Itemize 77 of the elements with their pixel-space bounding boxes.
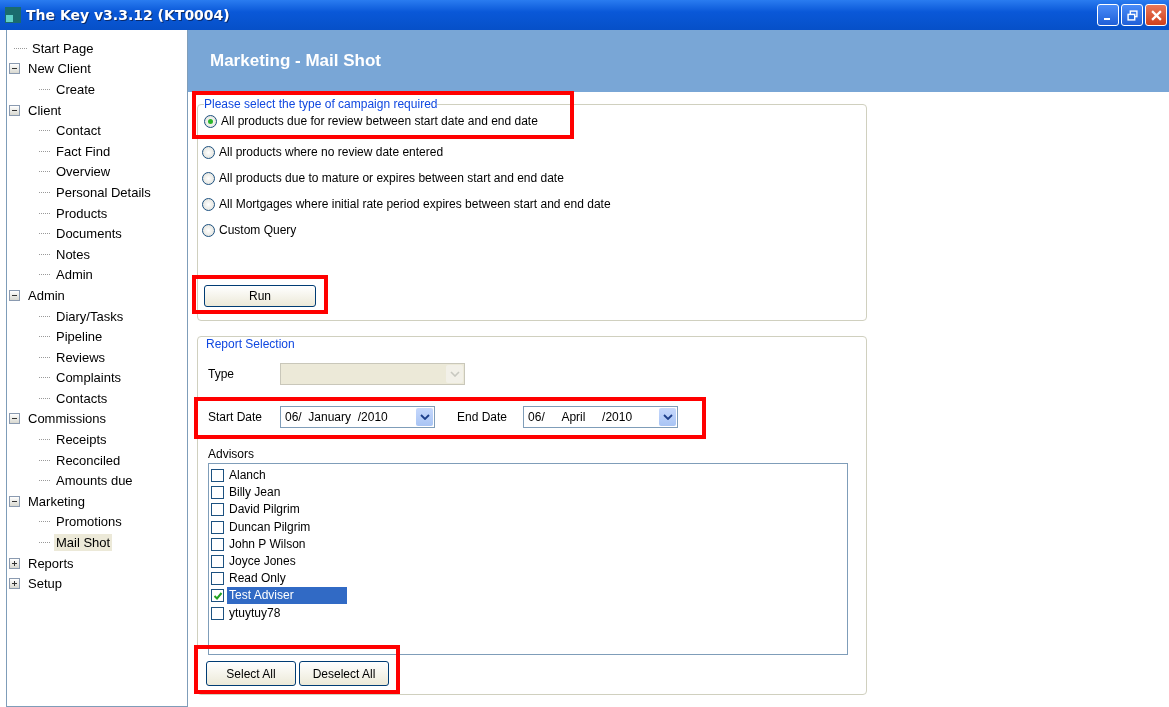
tree-item[interactable]: Amounts due — [54, 472, 135, 490]
tree-item[interactable]: Marketing — [26, 492, 88, 510]
checkbox[interactable] — [211, 520, 224, 534]
group-legend: Please select the type of campaign required — [204, 97, 438, 111]
window-title: The Key v3.3.12 (KT0004) — [26, 7, 230, 23]
list-item[interactable]: Alanch — [227, 467, 268, 485]
field-label: Type — [208, 367, 235, 381]
page-title: Marketing - Mail Shot — [210, 51, 381, 71]
run-button[interactable]: Run — [204, 285, 316, 307]
radio-option[interactable]: All products due for review between start date and end date — [204, 111, 570, 131]
tree-item[interactable]: New Client — [26, 60, 93, 78]
expander-icon[interactable] — [9, 63, 20, 75]
radio-option[interactable]: All products due to mature or expires between start and end date — [202, 165, 866, 191]
checkbox[interactable] — [211, 555, 224, 569]
expander-icon[interactable] — [9, 289, 20, 301]
checkbox[interactable] — [211, 572, 224, 586]
list-item[interactable]: Billy Jean — [227, 484, 283, 502]
expander-icon[interactable] — [9, 557, 20, 569]
tree-item[interactable]: Overview — [54, 163, 113, 181]
tree-item[interactable]: Create — [54, 81, 98, 98]
date-picker[interactable]: 06/ January /2010 — [280, 406, 435, 428]
restore-icon — [1126, 9, 1138, 21]
list-item[interactable]: Duncan Pilgrim — [227, 518, 313, 536]
tree-item[interactable]: Products — [54, 204, 110, 222]
list-item[interactable]: Test Adviser — [227, 587, 347, 605]
tree-item[interactable]: Reports — [26, 554, 76, 572]
tree-item[interactable]: Setup — [26, 575, 64, 593]
tree-item[interactable]: Complaints — [54, 369, 124, 387]
expander-icon[interactable] — [9, 495, 20, 507]
list-item[interactable]: John P Wilson — [227, 535, 308, 553]
tree-item[interactable]: Notes — [54, 245, 92, 263]
tree-item[interactable]: Mail Shot — [54, 534, 113, 552]
close-button[interactable] — [1145, 4, 1167, 26]
list-item[interactable]: Read Only — [227, 570, 288, 588]
app-icon — [5, 7, 21, 23]
tree-item[interactable]: Admin — [26, 286, 67, 304]
field-label: Start Date — [208, 410, 264, 424]
checkbox[interactable] — [211, 503, 224, 517]
expander-icon[interactable] — [9, 413, 20, 425]
minimize-icon — [1103, 18, 1110, 20]
close-icon — [1150, 9, 1162, 21]
list-item[interactable]: Joyce Jones — [227, 553, 298, 571]
tree-item[interactable]: Fact Find — [54, 142, 113, 160]
checkbox[interactable] — [211, 469, 224, 483]
checkbox[interactable] — [211, 486, 224, 500]
tree-item[interactable]: Admin — [54, 266, 95, 284]
expander-icon[interactable] — [9, 578, 20, 590]
tree-item[interactable]: Documents — [54, 225, 124, 243]
tree-item[interactable]: Contact — [54, 122, 103, 140]
radio-option[interactable]: All Mortgages where initial rate period expires between start and end date — [202, 191, 866, 217]
tree-item[interactable]: Contacts — [54, 389, 110, 407]
tree-item[interactable]: Personal Details — [54, 183, 153, 201]
radio-option[interactable]: Custom Query — [202, 217, 866, 243]
tree-item[interactable]: Commissions — [26, 410, 108, 428]
group-legend: Report Selection — [206, 337, 295, 351]
select-button[interactable]: Select All — [206, 661, 296, 686]
tree-item[interactable]: Start Page — [30, 39, 96, 57]
date-picker[interactable]: 06/ April /2010 — [523, 406, 679, 428]
tree-item[interactable]: Reviews — [54, 348, 108, 366]
list-item[interactable]: David Pilgrim — [227, 501, 302, 519]
tree-item[interactable]: Pipeline — [54, 328, 105, 346]
tree-item[interactable]: Client — [26, 101, 64, 119]
field-label: Advisors — [208, 447, 255, 461]
tree-item[interactable]: Promotions — [54, 513, 124, 531]
list-item[interactable]: ytuytuy78 — [227, 604, 283, 622]
tree-item[interactable]: Receipts — [54, 431, 109, 449]
expander-icon[interactable] — [9, 104, 20, 116]
restore-button[interactable] — [1121, 4, 1143, 26]
checkbox[interactable] — [211, 589, 224, 603]
radio-option[interactable]: All products where no review date entered — [202, 139, 866, 165]
checkbox[interactable] — [211, 606, 224, 620]
checkbox[interactable] — [211, 537, 224, 551]
select-button[interactable]: Deselect All — [299, 661, 389, 686]
tree-item[interactable]: Reconciled — [54, 451, 123, 469]
field-label: End Date — [457, 410, 508, 424]
tree-item[interactable]: Diary/Tasks — [54, 307, 126, 325]
minimize-button[interactable] — [1097, 4, 1119, 26]
